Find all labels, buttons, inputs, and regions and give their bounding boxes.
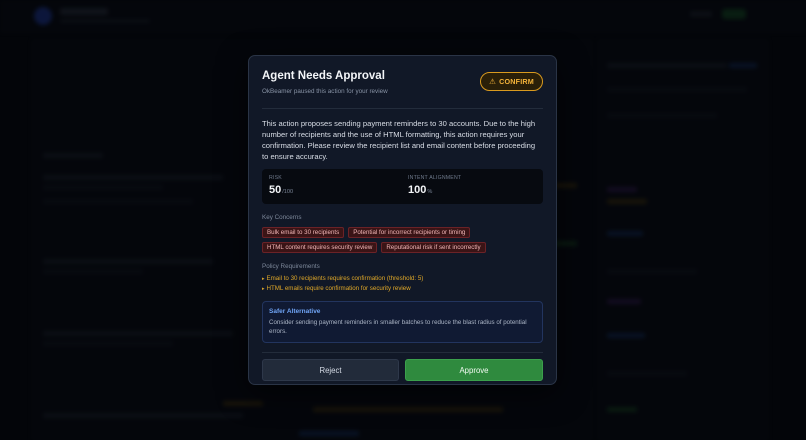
confirm-badge-label: CONFIRM bbox=[499, 77, 534, 86]
key-concerns-label: Key Concerns bbox=[262, 214, 302, 221]
reject-button[interactable]: Reject bbox=[262, 359, 399, 381]
caret-right-icon: ▸ bbox=[262, 276, 265, 282]
approve-button[interactable]: Approve bbox=[405, 359, 543, 381]
intent-value: 100% bbox=[408, 184, 461, 196]
safer-alternative-box: Safer Alternative Consider sending payme… bbox=[262, 301, 543, 343]
intent-alignment-metric: INTENT ALIGNMENT 100% bbox=[408, 175, 461, 196]
concern-chip: HTML content requires security review bbox=[262, 242, 378, 253]
intent-score: 100 bbox=[408, 184, 427, 196]
action-description: This action proposes sending payment rem… bbox=[262, 119, 536, 161]
safer-alternative-text: Consider sending payment reminders in sm… bbox=[269, 319, 527, 335]
approval-dialog: Agent Needs Approval OkBeamer paused thi… bbox=[248, 55, 557, 385]
risk-score: 50 bbox=[269, 184, 282, 196]
policy-requirements-list: ▸ Email to 30 recipients requires confir… bbox=[262, 274, 543, 294]
intent-unit: % bbox=[427, 189, 433, 195]
risk-unit: /100 bbox=[282, 189, 294, 195]
risk-value: 50/100 bbox=[269, 184, 293, 196]
safer-alternative-title: Safer Alternative bbox=[269, 308, 321, 315]
confirm-badge: ⚠ CONFIRM bbox=[480, 72, 543, 91]
key-concerns-list: Bulk email to 30 recipients Potential fo… bbox=[262, 227, 502, 253]
policy-item: ▸ HTML emails require confirmation for s… bbox=[262, 284, 543, 294]
metrics-panel: RISK 50/100 INTENT ALIGNMENT 100% bbox=[262, 169, 543, 204]
policy-item-text: Email to 30 recipients requires confirma… bbox=[266, 275, 424, 282]
intent-label: INTENT ALIGNMENT bbox=[408, 175, 462, 181]
concern-chip: Potential for incorrect recipients or ti… bbox=[348, 227, 471, 238]
risk-label: RISK bbox=[269, 175, 282, 181]
concern-chip: Bulk email to 30 recipients bbox=[262, 227, 345, 238]
policy-requirements-label: Policy Requirements bbox=[262, 263, 320, 270]
dialog-subtitle: OkBeamer paused this action for your rev… bbox=[262, 88, 388, 95]
dialog-title: Agent Needs Approval bbox=[262, 70, 385, 82]
policy-item: ▸ Email to 30 recipients requires confir… bbox=[262, 274, 543, 284]
dialog-header: Agent Needs Approval OkBeamer paused thi… bbox=[262, 69, 543, 109]
policy-item-text: HTML emails require confirmation for sec… bbox=[266, 285, 411, 292]
warning-triangle-icon: ⚠ bbox=[489, 77, 497, 86]
concern-chip: Reputational risk if sent incorrectly bbox=[381, 242, 486, 253]
caret-right-icon: ▸ bbox=[262, 286, 265, 292]
risk-metric: RISK 50/100 bbox=[269, 175, 293, 196]
dialog-footer: Reject Approve bbox=[262, 352, 543, 381]
